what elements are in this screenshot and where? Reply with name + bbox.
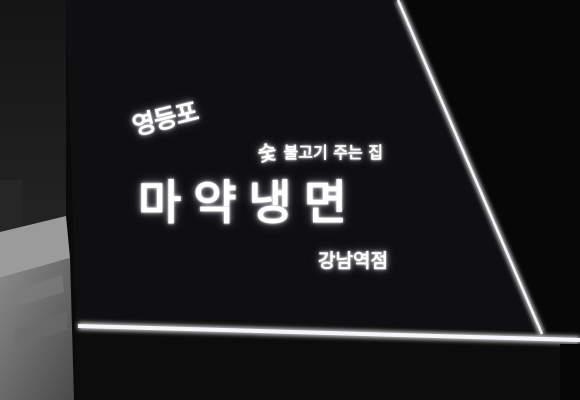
branch-name: 강남역점 xyxy=(318,250,388,272)
corner-shadow xyxy=(560,344,580,400)
night-signboard-photo: 영등포 숯 불고기 주는 집 마약냉면 강남역점 xyxy=(0,0,580,400)
slogan-line: 숯 불고기 주는 집 xyxy=(256,139,383,167)
slogan-text: 불고기 주는 집 xyxy=(283,143,383,162)
charcoal-mark: 숯 xyxy=(256,139,279,167)
brand-name: 마약냉면 xyxy=(138,176,359,231)
